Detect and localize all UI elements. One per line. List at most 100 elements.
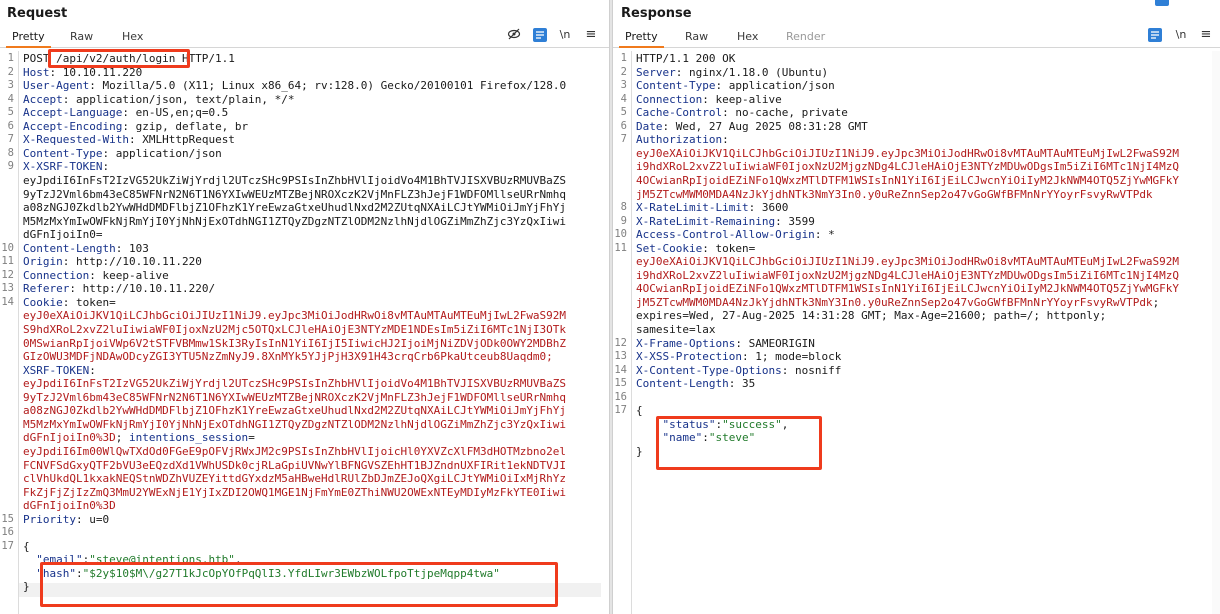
endpoint-highlight-box (48, 49, 190, 68)
line-number: 17 (1, 539, 14, 552)
code-line: 7 X-Requested-With: XMLHttpRequest (0, 133, 609, 147)
plain-text: samesite=lax (636, 323, 716, 336)
line-content: dGFnIjoiIn0= (23, 228, 102, 242)
response-tab-hex[interactable]: Hex (731, 28, 764, 46)
code-line: 13 X-XSS-Protection: 1; mode=block (613, 350, 1220, 364)
code-line: dGFnIjoiIn0%3D (0, 499, 609, 513)
token-value: eyJ0eXAiOiJKV1QiLCJhbGciOiJIUzI1NiJ9.eyJ… (636, 255, 1180, 269)
line-content: dGFnIjoiIn0%3D (23, 499, 116, 513)
line-content: 9yTzJ2Vml6bm43eC85WFNrN2N6T1N6YXIwWEUzMT… (23, 188, 566, 202)
header-name: Cookie (23, 295, 63, 309)
newline-toggle-icon[interactable]: \n (557, 27, 573, 43)
line-content: X-Content-Type-Options: nosniff (636, 363, 842, 377)
token-value: eyJpdiI6Im00WlQwTXdOd0FGeE9pOFVjRWxJM2c9… (23, 444, 567, 458)
line-content: jM5ZTcwMWM0MDA4NzJkYjdhNTk3NmY3In0.y0uRe… (636, 188, 1153, 202)
header-name: Accept (23, 92, 63, 106)
header-value: token= (76, 295, 116, 309)
header-value: no-cache, private (735, 106, 848, 120)
code-line: 4OCwianRpIjoidEZiNFo1QWxzMTlDTFM1WSIsInN… (613, 282, 1220, 296)
header-name: Accept-Language (23, 106, 123, 120)
request-editor[interactable]: 1 POST /api/v2/auth/login HTTP/1.1 2 Host: … (0, 51, 609, 614)
line-content: eyJ0eXAiOiJKV1QiLCJhbGciOiJIUzI1NiJ9.eyJ… (23, 309, 566, 323)
response-pane: Response Pretty Raw Hex Render \n ≡ 1 HTT… (613, 0, 1220, 614)
header-value: keep-alive (102, 268, 169, 282)
line-number: 9 (7, 160, 14, 173)
code-line: 16 (0, 526, 609, 540)
line-number: 14 (614, 363, 627, 376)
code-line: 12 Connection: keep-alive (0, 269, 609, 283)
code-line: jM5ZTcwMWM0MDA4NzJkYjdhNTk3NmY3In0.y0uRe… (613, 188, 1220, 202)
hide-eye-icon[interactable] (506, 27, 522, 43)
plain-text: dGFnIjoiIn0= (23, 228, 103, 242)
line-content: X-RateLimit-Remaining: 3599 (636, 214, 815, 228)
line-content: { (636, 404, 643, 418)
line-number: 4 (620, 92, 627, 105)
header-name: Content-Type (636, 79, 716, 93)
request-tab-pretty[interactable]: Pretty (6, 28, 51, 48)
code-line: 8 X-RateLimit-Limit: 3600 (613, 201, 1220, 215)
pretty-format-icon[interactable] (533, 28, 547, 42)
code-line: S9hdXRoL2xvZ2luIiwiaWF0IjoxNzU2Mjc5OTQxL… (0, 323, 609, 337)
line-content: X-Requested-With: XMLHttpRequest (23, 133, 235, 147)
line-number: 13 (1, 282, 14, 295)
line-content: Content-Length: 103 (23, 241, 149, 255)
header-name: Connection (636, 92, 703, 106)
line-number: 7 (620, 133, 627, 146)
line-number: 16 (614, 390, 627, 403)
header-value: 103 (128, 241, 149, 255)
code-line: 4 Connection: keep-alive (613, 93, 1220, 107)
header-value: application/json (115, 146, 222, 160)
line-content: 9yTzJ2Vml6bm43eC85WFNrN2N6T1N6YXIwWEUzMT… (23, 391, 566, 405)
line-number: 3 (7, 79, 14, 92)
header-value: 35 (741, 377, 756, 391)
line-number: 2 (620, 65, 627, 78)
header-value: keep-alive (715, 92, 782, 106)
newline-toggle-icon[interactable]: \n (1173, 27, 1189, 43)
token-value: i9hdXRoL2xvZ2luIiwiaWF0IjoxNzU2MjgzNDg4L… (636, 160, 1180, 174)
line-content: X-RateLimit-Limit: 3600 (636, 201, 789, 215)
header-name: Host (23, 65, 50, 79)
response-tab-render[interactable]: Render (780, 28, 831, 46)
layout-toggle-icon[interactable] (1155, 0, 1169, 6)
line-number: 11 (1, 255, 14, 268)
token-value: 9yTzJ2Vml6bm43eC85WFNrN2N6T1N6YXIwWEUzMT… (23, 390, 567, 404)
response-editor[interactable]: 1 HTTP/1.1 200 OK 2 Server: nginx/1.18.0 (U… (613, 51, 1220, 614)
response-tab-pretty[interactable]: Pretty (619, 28, 664, 48)
response-tab-raw[interactable]: Raw (679, 28, 714, 46)
line-content: i9hdXRoL2xvZ2luIiwiaWF0IjoxNzU2MjgzNDg4L… (636, 269, 1179, 283)
line-content: expires=Wed, 27-Aug-2025 14:31:28 GMT; M… (636, 309, 1106, 323)
line-content: Connection: keep-alive (23, 268, 169, 282)
code-line: 13 Referer: http://10.10.11.220/ (0, 282, 609, 296)
plain-text: 9yTzJ2Vml6bm43eC85WFNrN2N6T1N6YXIwWEUzMT… (23, 187, 567, 201)
line-number: 16 (1, 526, 14, 539)
token-value: 4OCwianRpIjoidEZiNFo1QWxzMTlDTFM1WSIsInN… (636, 173, 1180, 187)
request-menu-icon[interactable]: ≡ (584, 27, 598, 43)
header-name: Content-Length (23, 241, 116, 255)
response-menu-icon[interactable]: ≡ (1199, 27, 1213, 43)
request-tab-hex[interactable]: Hex (116, 28, 149, 46)
line-number: 4 (7, 92, 14, 105)
code-line: 7 Authorization: (613, 133, 1220, 147)
line-content: eyJ0eXAiOiJKV1QiLCJhbGciOiJIUzI1NiJ9.eyJ… (636, 255, 1179, 269)
code-line: 5 Accept-Language: en-US,en;q=0.5 (0, 106, 609, 120)
line-content: clVhUkdQL1kxakNEQStnWDZhVUZEYittdGYxdzM5… (23, 472, 566, 486)
line-content: eyJpdiI6InFsT2IzVG52UkZiWjYrdjl2UTczSHc9… (23, 174, 566, 188)
header-value: application/json (728, 79, 835, 93)
request-tab-raw[interactable]: Raw (64, 28, 99, 46)
pretty-format-icon[interactable] (1148, 28, 1162, 42)
code-line: XSRF-TOKEN: (0, 364, 609, 378)
line-number: 1 (620, 52, 627, 64)
code-line: jM5ZTcwMWM0MDA4NzJkYjdhNTk3NmY3In0.y0uRe… (613, 296, 1220, 310)
token-value: a08zNGJ0Zkdlb2YwWHdDMDFlbjZ1OFhzK1YreEwz… (23, 404, 567, 418)
line-number: 8 (620, 201, 627, 214)
token-value: FCNVFSdGxyQTF2bVU3eEQzdXd1VWhUSDk0cjRLaG… (23, 458, 567, 472)
header-value: Wed, 27 Aug 2025 08:31:28 GMT (675, 119, 868, 133)
response-scrollbar[interactable] (1212, 51, 1220, 614)
line-number: 14 (1, 295, 14, 308)
line-number: 2 (7, 65, 14, 78)
code-line: 2 Server: nginx/1.18.0 (Ubuntu) (613, 66, 1220, 80)
code-line: 0MSwianRpIjoiVWp6V2tSTFVBMmw1SkI3RyIsInN… (0, 337, 609, 351)
header-name: Accept-Encoding (23, 119, 123, 133)
line-content: GIzOWU3MDFjNDAwODcyZGI3YTU5NzZmNyJ9.8XnM… (23, 350, 553, 364)
header-value: nosniff (794, 363, 842, 377)
